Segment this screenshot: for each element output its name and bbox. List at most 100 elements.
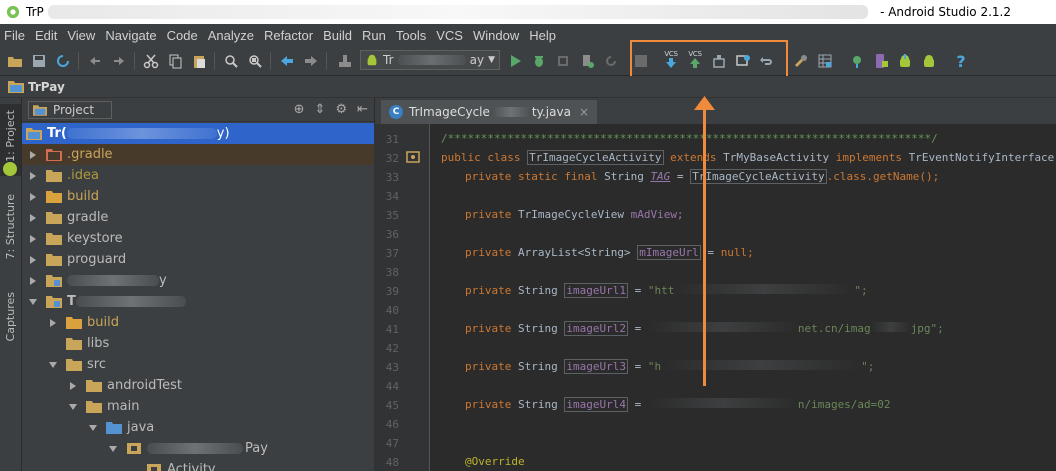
left-tool-strip: 1: Project 7: Structure Captures	[0, 98, 22, 471]
run-icon[interactable]	[506, 52, 524, 70]
class-gutter-icon[interactable]	[406, 151, 420, 163]
run-configuration-dropdown[interactable]: Tr ay ▼	[360, 50, 500, 70]
tree-item-proguard[interactable]: proguard	[22, 249, 374, 270]
save-all-icon[interactable]	[30, 52, 48, 70]
collapse-all-icon[interactable]: ⇕	[315, 102, 326, 117]
project-folder-icon	[33, 104, 47, 116]
tree-item-src[interactable]: src	[22, 354, 374, 375]
project-structure-icon[interactable]	[792, 52, 810, 70]
line-number: 31	[385, 133, 399, 146]
android-icon	[3, 162, 17, 176]
help-icon[interactable]: ?	[952, 52, 970, 71]
debug-icon[interactable]	[530, 52, 548, 70]
editor-tab-active[interactable]: C TrImageCycle ty.java ×	[381, 100, 598, 124]
gear-icon[interactable]: ⚙	[335, 102, 347, 117]
tree-item-activity[interactable]: Activity	[22, 459, 374, 471]
tree-item-label: Tr(	[47, 126, 67, 141]
tool-tab-captures-label: Captures	[4, 292, 17, 342]
close-icon[interactable]: ×	[579, 105, 589, 119]
menu-window[interactable]: Window	[473, 28, 519, 43]
project-view-dropdown[interactable]: Project	[28, 100, 112, 119]
window-title-project: TrP	[26, 5, 44, 19]
menu-edit[interactable]: Edit	[35, 28, 57, 43]
redo-icon[interactable]	[110, 52, 128, 70]
tree-item-main[interactable]: main	[22, 396, 374, 417]
line-number: 43	[385, 361, 399, 374]
find-icon[interactable]	[222, 52, 240, 70]
avd-manager-icon[interactable]	[872, 52, 890, 70]
menu-refactor[interactable]: Refactor	[264, 28, 313, 43]
tree-item-keystore[interactable]: keystore	[22, 228, 374, 249]
line-number: 33	[385, 171, 399, 184]
menu-navigate[interactable]: Navigate	[105, 28, 156, 43]
menu-build[interactable]: Build	[323, 28, 352, 43]
sdk-manager-icon[interactable]	[896, 52, 914, 70]
tree-item-libs[interactable]: libs	[22, 333, 374, 354]
module-folder-icon	[46, 296, 62, 308]
line-number: 42	[385, 342, 399, 355]
tree-item-label-tail: y	[159, 273, 167, 288]
tool-tab-structure[interactable]: 7: Structure	[0, 190, 21, 270]
folder-icon	[46, 233, 62, 245]
run-config-tail: ay	[469, 53, 485, 67]
copy-icon[interactable]	[166, 52, 184, 70]
attach-debugger-icon[interactable]	[578, 52, 596, 70]
gradle-sync-icon[interactable]	[848, 52, 866, 70]
tree-item-gradle[interactable]: gradle	[22, 207, 374, 228]
menu-vcs[interactable]: VCS	[436, 28, 463, 43]
code-editor[interactable]: /***************************************…	[431, 124, 1056, 471]
tree-item-module-build[interactable]: build	[22, 312, 374, 333]
line-number: 46	[385, 418, 399, 431]
tree-item-dot-idea[interactable]: .idea	[22, 165, 374, 186]
line-number: 37	[385, 247, 399, 260]
rerun-icon[interactable]	[602, 52, 620, 70]
project-panel: Project ⊕ ⇕ ⚙ ⇤ Tr( y) .gradle .idea bui…	[22, 98, 374, 471]
run-coverage-icon[interactable]	[554, 52, 572, 70]
window-title-bar: TrP - Android Studio 2.1.2	[0, 0, 1056, 24]
open-folder-icon[interactable]	[6, 52, 24, 70]
tree-item-root[interactable]: Tr( y)	[22, 123, 374, 144]
locate-icon[interactable]: ⊕	[294, 102, 305, 117]
tool-tab-captures[interactable]: Captures	[0, 288, 21, 358]
menu-run[interactable]: Run	[362, 28, 386, 43]
replace-icon[interactable]	[246, 52, 264, 70]
tree-item-module-1[interactable]: y	[22, 270, 374, 291]
line-number: 34	[385, 190, 399, 203]
sync-icon[interactable]	[54, 52, 72, 70]
menu-help[interactable]: Help	[529, 28, 556, 43]
hide-panel-icon[interactable]: ⇤	[357, 102, 368, 117]
menu-code[interactable]: Code	[167, 28, 198, 43]
paste-icon[interactable]	[190, 52, 208, 70]
breadcrumb-project[interactable]: TrPay	[28, 80, 65, 94]
tree-item-build[interactable]: build	[22, 186, 374, 207]
menu-file[interactable]: File	[4, 28, 25, 43]
menu-tools[interactable]: Tools	[396, 28, 426, 43]
menu-analyze[interactable]: Analyze	[208, 28, 254, 43]
folder-icon	[46, 212, 62, 224]
chevron-right-icon	[30, 276, 36, 285]
tree-item-package[interactable]: Pay	[22, 438, 374, 459]
tree-item-dot-gradle[interactable]: .gradle	[22, 144, 374, 165]
chevron-down-icon	[49, 361, 57, 368]
menu-view[interactable]: View	[67, 28, 95, 43]
folder-icon	[66, 338, 82, 350]
chevron-right-icon	[30, 171, 36, 180]
tree-item-module-2[interactable]: T	[22, 291, 374, 312]
forward-icon[interactable]	[302, 52, 320, 70]
tree-item-label: build	[67, 189, 99, 204]
navigation-bar: TrPay	[0, 76, 1056, 98]
package-icon	[147, 464, 161, 471]
line-number: 38	[385, 266, 399, 279]
android-device-monitor-icon[interactable]	[920, 52, 938, 70]
back-icon[interactable]	[278, 52, 296, 70]
tree-item-android-test[interactable]: androidTest	[22, 375, 374, 396]
tree-item-label: libs	[87, 336, 110, 351]
make-project-icon[interactable]	[336, 52, 354, 70]
settings-table-icon[interactable]	[816, 52, 834, 70]
tree-item-label-tail: Pay	[245, 441, 268, 456]
undo-icon[interactable]	[86, 52, 104, 70]
android-studio-icon	[6, 5, 20, 19]
tree-item-java[interactable]: java	[22, 417, 374, 438]
java-class-icon: C	[389, 105, 403, 119]
cut-icon[interactable]	[142, 52, 160, 70]
